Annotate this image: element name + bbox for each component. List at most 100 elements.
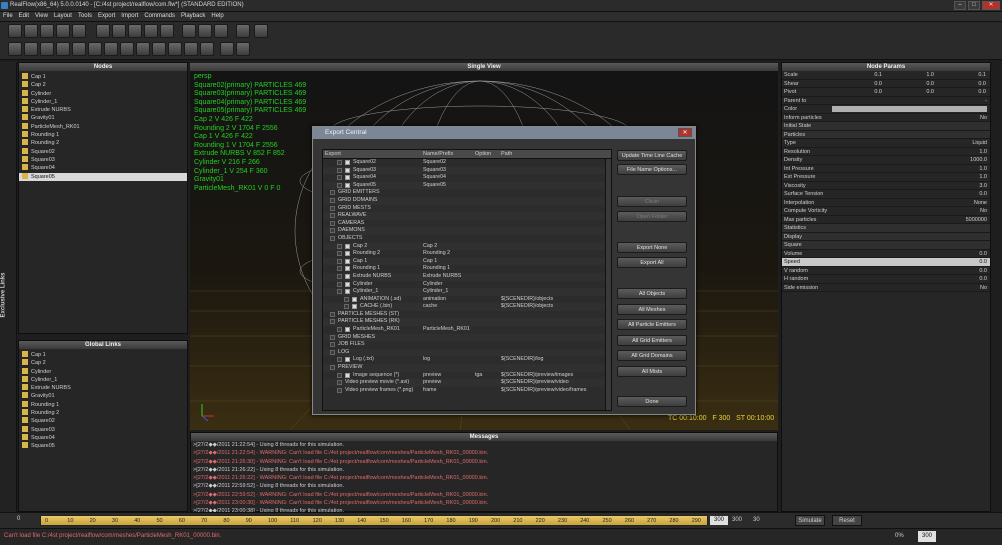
maximize-button[interactable]: □ [968,1,980,10]
param-row[interactable]: Side emission No [782,284,990,292]
expand-toggle[interactable] [330,319,335,325]
param-value[interactable]: 1000.0 [970,156,987,165]
list-item[interactable]: Rounding 2 [19,139,187,147]
param-row[interactable]: Speed 0.0 [782,258,990,267]
export-row[interactable]: GRID MESHES [323,333,611,342]
simulate-button[interactable]: Simulate [795,515,825,526]
param-value[interactable]: 0.0 [979,190,987,199]
param-value[interactable]: 0.0 [852,80,882,89]
export-row[interactable]: Rounding 2 Rounding 2 [323,250,611,258]
toolbar-icon-20-icon[interactable] [88,42,102,56]
list-item[interactable]: Square04 [19,164,187,172]
menu-help[interactable]: Help [208,12,226,20]
export-row[interactable]: DAEMONS [323,227,611,235]
param-value[interactable]: 3.0 [979,182,987,191]
param-value[interactable]: No [980,114,987,123]
list-item[interactable]: Square05 [19,172,187,181]
col-path[interactable]: Path [501,151,512,157]
export-row[interactable]: Video preview movie (*.avi) preview ${SCEN… [323,379,611,387]
expand-toggle[interactable] [330,365,335,371]
list-item[interactable]: Cap 1 [19,351,187,359]
dialog-button-0[interactable]: Update Time Line Cache [617,150,687,161]
param-row[interactable]: Inform particles No [782,114,990,123]
export-row[interactable]: Cylinder_1 Cylinder_1 [323,288,611,296]
param-value[interactable]: - [985,97,987,106]
param-row[interactable]: Volume 0.0 [782,250,990,258]
export-checkbox[interactable] [345,327,350,333]
list-item[interactable]: Gravity01 [19,392,187,400]
list-item[interactable]: Square03 [19,155,187,164]
col-option[interactable]: Option [475,151,491,157]
param-section[interactable]: Particles [782,130,990,139]
export-row[interactable]: Cylinder Cylinder [323,281,611,289]
dialog-button-11[interactable]: All Mists [617,366,687,377]
list-item[interactable]: Cylinder_1 [19,97,187,106]
dialog-button-5[interactable]: Export All [617,257,687,268]
dialog-button-7[interactable]: All Meshes [617,304,687,315]
menu-commands[interactable]: Commands [141,12,178,20]
toolbar-icon-16-icon[interactable] [24,42,38,56]
toolbar-icon-5-icon[interactable] [96,24,110,38]
toolbar-icon-23-icon[interactable] [136,42,150,56]
expand-toggle[interactable] [330,205,335,211]
expand-toggle[interactable] [330,334,335,340]
reset-button[interactable]: Reset [832,515,862,526]
dialog-button-8[interactable]: All Particle Emitters [617,319,687,330]
expand-toggle[interactable] [337,380,342,386]
list-item[interactable]: Square02 [19,417,187,425]
export-row[interactable]: ParticleMesh_RK01 ParticleMesh_RK01 [323,326,611,334]
list-item[interactable]: Square03 [19,425,187,434]
export-checkbox[interactable] [345,243,350,249]
export-checkbox[interactable] [345,258,350,264]
export-checkbox[interactable] [345,289,350,295]
param-row[interactable]: Surface Tension 0.0 [782,190,990,199]
expand-toggle[interactable] [330,220,335,226]
export-checkbox[interactable] [345,357,350,363]
export-checkbox[interactable] [345,182,350,188]
param-section[interactable]: Display [782,232,990,241]
param-row[interactable]: Int Pressure 1.0 [782,165,990,173]
param-row[interactable]: Color [782,105,990,114]
toolbar-icon-8-icon[interactable] [144,24,158,38]
menu-edit[interactable]: Edit [16,12,32,20]
export-row[interactable]: GRID MESTS [323,205,611,213]
list-item[interactable]: Rounding 1 [19,131,187,139]
toolbar-icon-19-icon[interactable] [72,42,86,56]
export-row[interactable]: Cap 2 Cap 2 [323,242,611,251]
toolbar-icon-7-icon[interactable] [128,24,142,38]
toolbar-icon-26-icon[interactable] [184,42,198,56]
expand-toggle[interactable] [330,213,335,219]
export-checkbox[interactable] [352,296,357,302]
param-value[interactable]: No [980,207,987,216]
param-row[interactable]: Interpolation None [782,199,990,208]
menu-file[interactable]: File [0,12,16,20]
export-row[interactable]: CACHE (.bin) cache ${SCENEDIR}/objects [323,303,611,311]
param-row[interactable]: Viscosity 3.0 [782,182,990,191]
expand-toggle[interactable] [337,258,342,264]
list-item[interactable]: Cap 2 [19,81,187,89]
list-item[interactable]: Cylinder_1 [19,375,187,384]
param-value[interactable]: 5000000 [966,216,987,225]
export-row[interactable]: PARTICLE MESHES (RK) [323,318,611,327]
param-row[interactable]: Shear 0.0 0.0 0.0 [782,80,990,89]
toolbar-icon-0-icon[interactable] [8,24,22,38]
export-checkbox[interactable] [345,372,350,378]
list-item[interactable]: Square05 [19,442,187,450]
expand-toggle[interactable] [344,296,349,302]
param-value[interactable]: 0.1 [852,71,882,80]
toolbar-icon-27-icon[interactable] [200,42,214,56]
export-row[interactable]: GRID DOMAINS [323,196,611,205]
param-value[interactable]: None [974,199,987,208]
list-item[interactable]: Extrude NURBS [19,106,187,114]
toolbar-icon-21-icon[interactable] [104,42,118,56]
dialog-button-12[interactable]: Done [617,396,687,407]
expand-toggle[interactable] [337,289,342,295]
param-value[interactable]: 1.0 [979,173,987,182]
list-item[interactable]: ParticleMesh_RK01 [19,122,187,131]
toolbar-icon-17-icon[interactable] [40,42,54,56]
expand-toggle[interactable] [330,228,335,234]
param-value[interactable]: 0.0 [904,80,934,89]
export-row[interactable]: ANIMATION (.sd) animation ${SCENEDIR}/obje… [323,296,611,304]
param-value[interactable]: 0.0 [979,267,987,276]
close-button[interactable]: ✕ [982,1,1000,10]
